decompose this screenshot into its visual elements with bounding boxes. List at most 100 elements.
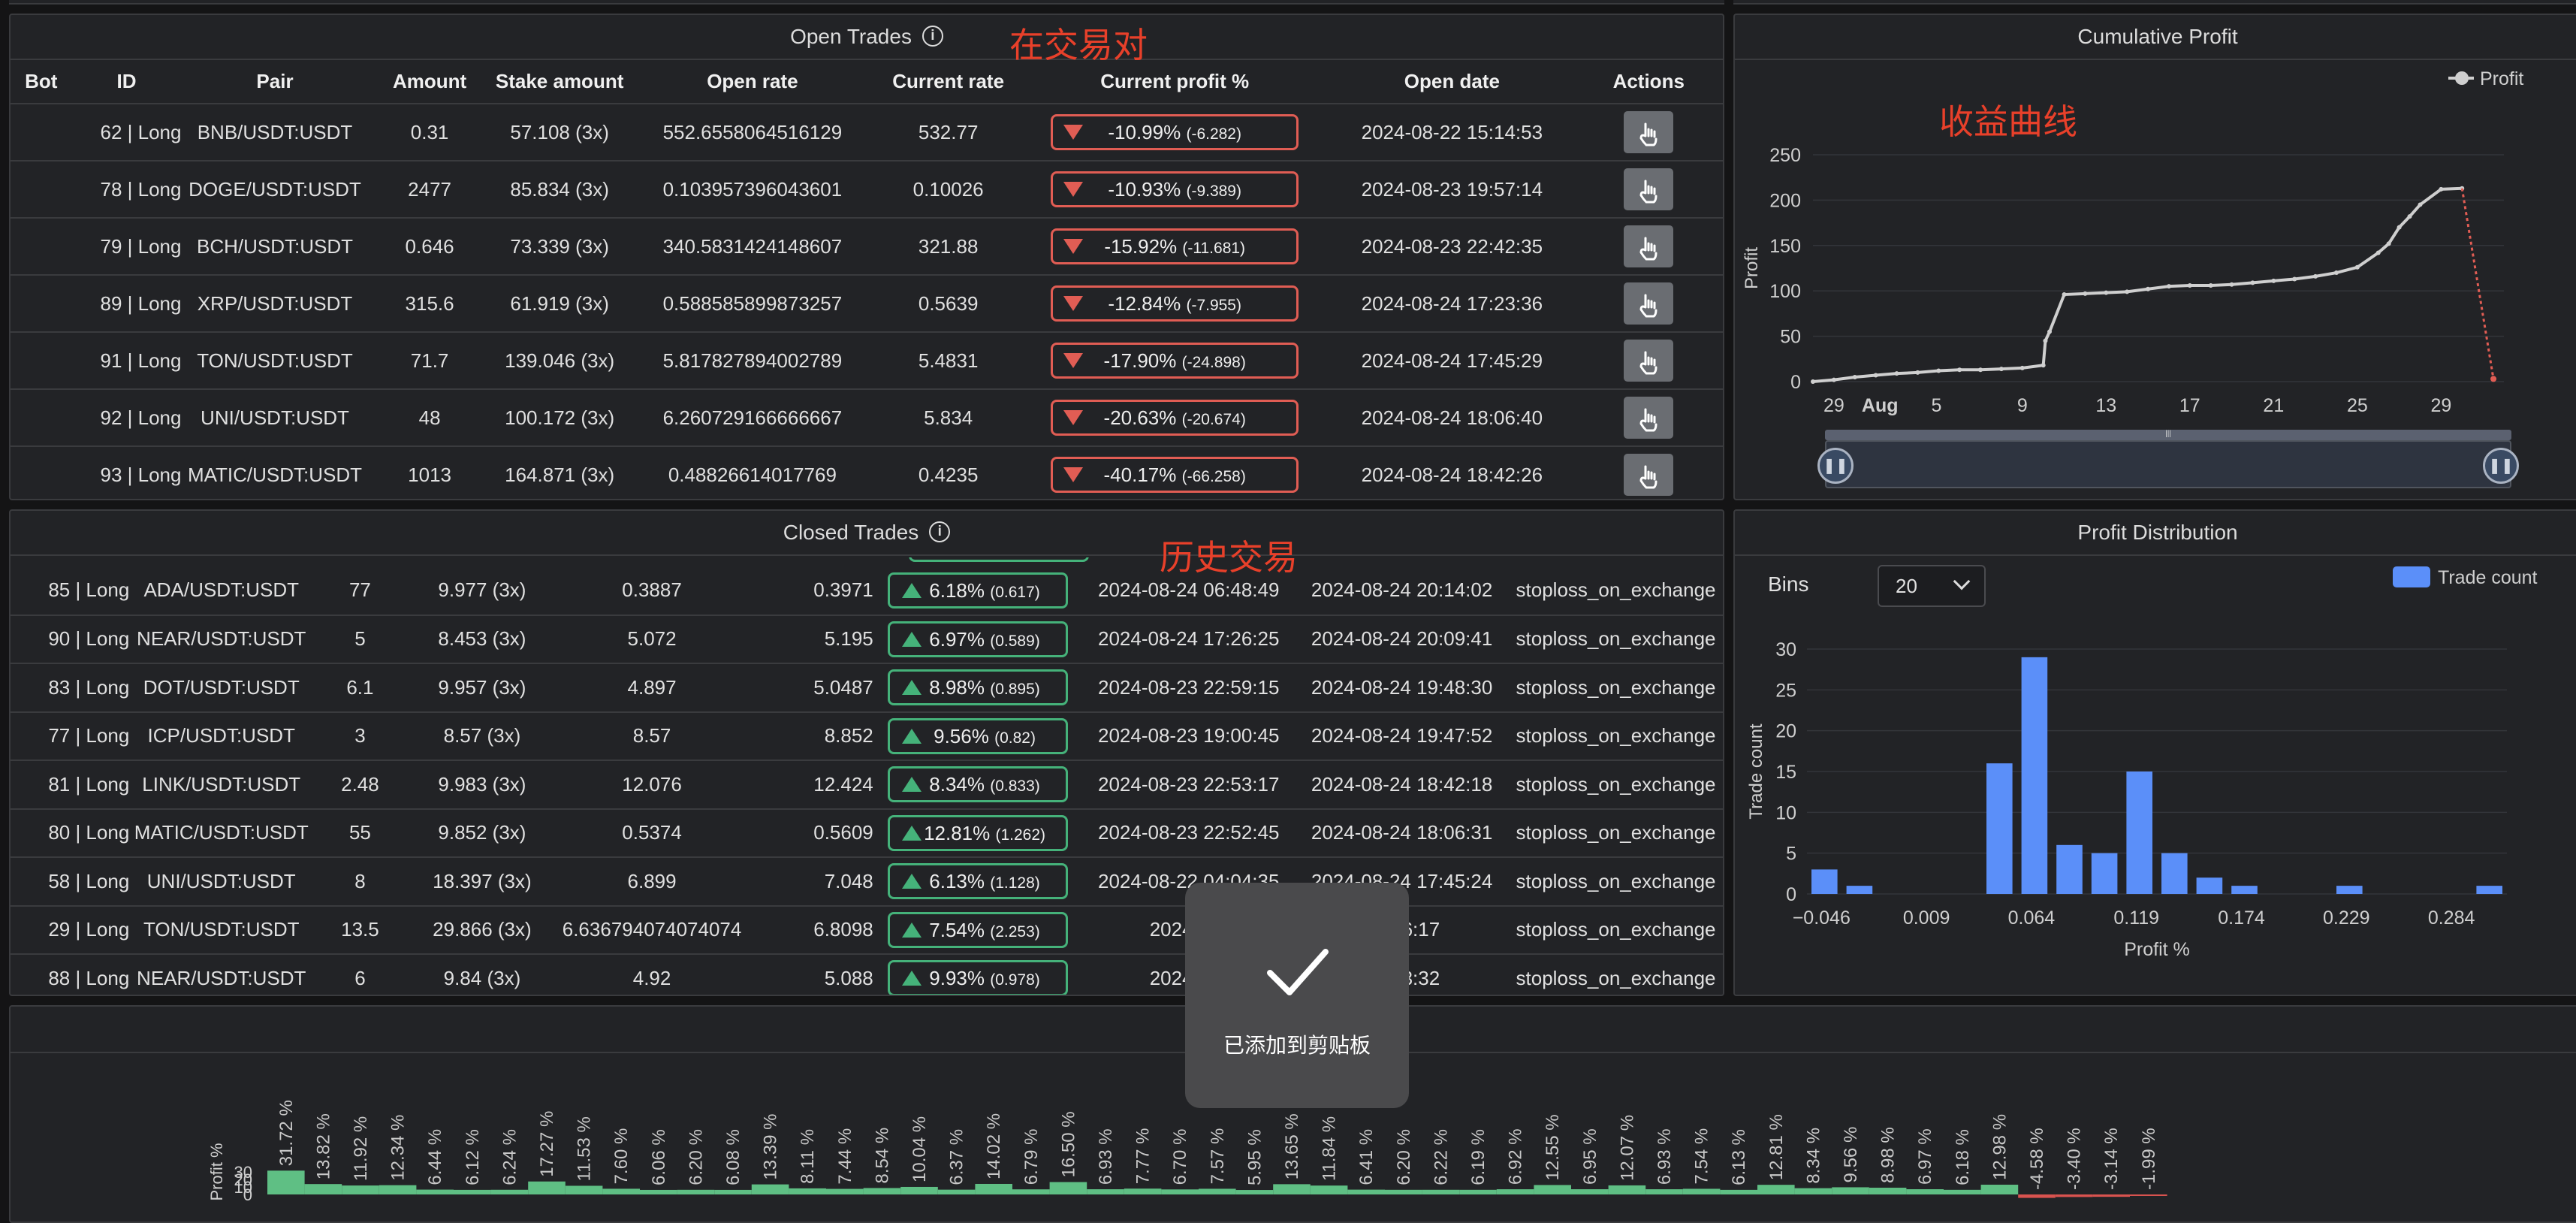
actions-button[interactable] (1624, 225, 1674, 267)
trade-profit-bar[interactable] (1906, 1189, 1944, 1194)
actions-button[interactable] (1624, 282, 1674, 325)
table-row[interactable]: 77 | Long ICP/USDT:USDT 3 8.57 (3x) 8.57 8.85… (11, 711, 1723, 761)
column-header[interactable]: Stake amount (490, 60, 629, 104)
trade-profit-bar[interactable] (267, 1170, 305, 1194)
actions-button[interactable] (1624, 397, 1674, 439)
trade-profit-bar[interactable] (1757, 1185, 1795, 1194)
trade-profit-bar[interactable] (379, 1185, 417, 1194)
column-header[interactable]: Amount (368, 60, 491, 104)
column-header[interactable]: Open rate (628, 60, 877, 104)
trade-profit-bar[interactable] (1199, 1188, 1236, 1194)
table-row[interactable]: 29 | Long TON/USDT:USDT 13.5 29.866 (3x) 6.6… (11, 905, 1723, 955)
column-header[interactable]: Pair (181, 60, 369, 104)
trade-profit-bar[interactable] (2018, 1194, 2056, 1198)
table-row[interactable]: 92 | Long UNI/USDT:USDT 48 100.172 (3x) 6.26… (11, 389, 1723, 447)
trade-profit-bar[interactable] (789, 1188, 826, 1194)
trade-profit-bar[interactable] (1049, 1182, 1087, 1195)
trade-profit-bar[interactable] (1459, 1189, 1497, 1194)
trade-profit-bar[interactable] (1944, 1189, 1981, 1194)
trade-profit-bar[interactable] (1496, 1189, 1534, 1194)
histogram-bar[interactable] (2231, 886, 2258, 894)
histogram-bar[interactable] (2161, 853, 2188, 894)
trade-profit-bar[interactable] (1161, 1189, 1199, 1194)
trade-profit-bar[interactable] (826, 1188, 864, 1194)
table-row[interactable]: 62 | Long BNB/USDT:USDT 0.31 57.108 (3x) 552… (11, 104, 1723, 162)
zoom-handle-right[interactable]: ❚❚ (2483, 448, 2519, 484)
trade-profit-bar[interactable] (565, 1185, 603, 1194)
trade-profit-bar[interactable] (1608, 1185, 1646, 1194)
table-row[interactable]: 78 | Long DOGE/USDT:USDT 2477 85.834 (3x) 0.… (11, 161, 1723, 219)
trade-profit-bar[interactable] (1087, 1189, 1124, 1194)
histogram-bar[interactable] (2126, 772, 2152, 894)
column-header[interactable]: Current rate (876, 60, 1021, 104)
table-row[interactable]: 83 | Long DOT/USDT:USDT 6.1 9.957 (3x) 4.897… (11, 663, 1723, 713)
trade-profit-bar[interactable] (602, 1188, 640, 1194)
actions-button[interactable] (1624, 168, 1674, 210)
actions-button[interactable] (1624, 340, 1674, 382)
info-icon[interactable]: i (922, 25, 943, 47)
trade-profit-bar[interactable] (304, 1184, 342, 1194)
info-icon[interactable]: i (929, 521, 951, 542)
zoom-drag-bar[interactable]: ||| (1825, 430, 2511, 440)
column-header[interactable]: Bot (11, 60, 72, 104)
column-header[interactable]: Actions (1574, 60, 1723, 104)
table-row[interactable]: 80 | Long MATIC/USDT:USDT 55 9.852 (3x) 0.53… (11, 808, 1723, 858)
table-row[interactable]: 91 | Long TON/USDT:USDT 71.7 139.046 (3x) 5.… (11, 332, 1723, 390)
histogram-bar[interactable] (2056, 844, 2083, 894)
trade-profit-bar[interactable] (1645, 1189, 1683, 1194)
table-row[interactable]: 81 | Long LINK/USDT:USDT 2.48 9.983 (3x) 12.… (11, 760, 1723, 810)
legend-label[interactable]: Trade count (2438, 567, 2538, 588)
trade-profit-bar[interactable] (1794, 1188, 1832, 1194)
trade-profit-bar[interactable] (1869, 1188, 1907, 1194)
histogram-bar[interactable] (2476, 886, 2502, 894)
histogram-bar[interactable] (2021, 657, 2048, 894)
trade-profit-bar[interactable] (2130, 1194, 2167, 1196)
trade-profit-bar[interactable] (937, 1189, 976, 1194)
trade-profit-bar[interactable] (1273, 1184, 1311, 1194)
zoom-slider[interactable]: ❚❚ ❚❚ ||| (1817, 430, 2519, 488)
trade-profit-bar[interactable] (1347, 1189, 1385, 1194)
histogram-bar[interactable] (1986, 763, 2013, 894)
column-header[interactable]: Open date (1329, 60, 1575, 104)
trade-profit-bar[interactable] (490, 1189, 529, 1194)
trade-profit-bar[interactable] (714, 1189, 752, 1194)
trade-profit-bar[interactable] (1385, 1189, 1422, 1194)
trade-profit-bar[interactable] (1012, 1189, 1050, 1194)
histogram-bar[interactable] (2336, 886, 2363, 894)
trade-profit-bar[interactable] (1571, 1189, 1609, 1194)
trade-profit-bar[interactable] (528, 1181, 566, 1194)
table-row[interactable]: 58 | Long UNI/USDT:USDT 8 18.397 (3x) 6.899 7… (11, 857, 1723, 907)
actions-button[interactable] (1624, 111, 1674, 153)
trade-profit-bar[interactable] (2092, 1194, 2130, 1197)
legend-label[interactable]: Profit (2480, 68, 2523, 89)
column-header[interactable]: Current profit % (1020, 60, 1330, 104)
trade-profit-bar[interactable] (2055, 1194, 2093, 1197)
trade-profit-bar[interactable] (975, 1183, 1012, 1194)
trade-profit-bar[interactable] (1534, 1185, 1571, 1194)
trade-profit-bar[interactable] (863, 1188, 901, 1194)
trade-profit-bar[interactable] (640, 1189, 677, 1194)
trade-profit-bar[interactable] (1235, 1190, 1274, 1194)
histogram-bar[interactable] (2196, 877, 2223, 894)
table-row[interactable]: 90 | Long NEAR/USDT:USDT 5 8.453 (3x) 5.072 5… (11, 615, 1723, 664)
table-row[interactable]: 79 | Long BCH/USDT:USDT 0.646 73.339 (3x) 34… (11, 218, 1723, 276)
histogram-bar[interactable] (1846, 886, 1873, 894)
closed-trades-scroll[interactable]: 85 | Long ADA/USDT:USDT 77 9.977 (3x) 0.3887… (11, 557, 1723, 995)
trade-profit-bar[interactable] (1422, 1189, 1460, 1194)
trade-profit-bar[interactable] (454, 1189, 491, 1194)
trade-profit-bar[interactable] (1832, 1187, 1869, 1194)
table-row[interactable]: 88 | Long NEAR/USDT:USDT 6 9.84 (3x) 4.92 5.0… (11, 954, 1723, 995)
column-header[interactable]: ID (71, 60, 182, 104)
table-row[interactable]: 85 | Long ADA/USDT:USDT 77 9.977 (3x) 0.3887… (11, 566, 1723, 616)
zoom-handle-left[interactable]: ❚❚ (1817, 448, 1854, 484)
trade-profit-bar[interactable] (416, 1189, 454, 1194)
trade-profit-bar[interactable] (751, 1184, 789, 1194)
trade-profit-bar[interactable] (1720, 1189, 1757, 1194)
table-row[interactable]: 93 | Long MATIC/USDT:USDT 1013 164.871 (3x)… (11, 446, 1723, 499)
trade-profit-bar[interactable] (900, 1186, 938, 1194)
actions-button[interactable] (1624, 454, 1674, 496)
trade-profit-bar[interactable] (342, 1185, 379, 1194)
histogram-bar[interactable] (1811, 869, 1838, 894)
histogram-bar[interactable] (2091, 853, 2118, 894)
trade-profit-bar[interactable] (1310, 1185, 1348, 1194)
